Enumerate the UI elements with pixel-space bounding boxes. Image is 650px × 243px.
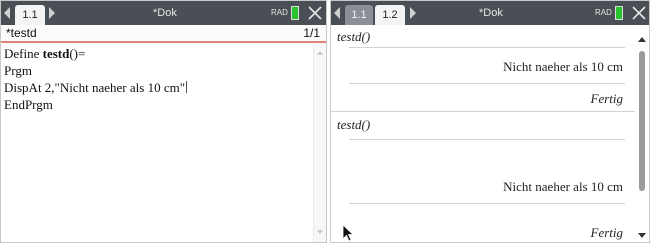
close-icon[interactable]	[307, 4, 323, 22]
previous-page-icon[interactable]	[4, 7, 10, 19]
battery-icon	[291, 6, 299, 20]
output-separator	[349, 83, 625, 84]
history-entry[interactable]: testd()	[337, 117, 370, 133]
code-editor[interactable]: Define testd()= Prgm DispAt 2,"Nicht nae…	[1, 43, 312, 242]
program-editor-pane: 1.1 *Dok RAD *testd 1/1 Define testd()= …	[0, 0, 327, 243]
code-line-prgm[interactable]: Prgm	[4, 62, 32, 79]
toolbar: 1.1 1.2 *Dok RAD	[331, 1, 649, 25]
code-line-endprgm[interactable]: EndPrgm	[4, 96, 53, 113]
output-separator	[349, 203, 625, 204]
calculator-pane: 1.1 1.2 *Dok RAD testd() Nicht naeher al…	[330, 0, 650, 243]
scroll-thumb[interactable]	[639, 51, 645, 191]
tab-1-2[interactable]: 1.2	[375, 5, 405, 25]
close-icon[interactable]	[631, 4, 647, 22]
next-page-icon[interactable]	[410, 7, 416, 19]
code-line-dispat[interactable]: DispAt 2,"Nicht naeher als 10 cm"	[4, 79, 188, 96]
battery-icon	[615, 6, 623, 20]
history-output[interactable]: Nicht naeher als 10 cm	[503, 179, 623, 195]
entry-separator	[349, 139, 625, 140]
endprgm-keyword: EndPrgm	[4, 97, 53, 112]
dispat-statement: DispAt 2,"Nicht naeher als 10 cm"	[4, 80, 186, 95]
define-suffix: ()=	[69, 46, 86, 61]
tab-1-1[interactable]: 1.1	[15, 5, 45, 25]
code-line-define[interactable]: Define testd()=	[4, 45, 85, 62]
document-title: *Dok	[479, 7, 503, 19]
mouse-pointer-icon	[342, 224, 354, 242]
program-header: *testd 1/1	[1, 25, 326, 43]
scroll-down-icon[interactable]	[317, 230, 323, 234]
next-page-icon[interactable]	[49, 7, 55, 19]
history-output[interactable]: Nicht naeher als 10 cm	[503, 59, 623, 75]
history-status[interactable]: Fertig	[591, 91, 624, 107]
document-title: *Dok	[153, 7, 177, 19]
history-scrollbar[interactable]	[635, 25, 649, 242]
history-separator	[331, 111, 635, 112]
prgm-keyword: Prgm	[4, 63, 32, 78]
editor-scrollbar[interactable]	[313, 43, 326, 242]
scroll-up-icon[interactable]	[317, 51, 323, 55]
angle-mode-indicator: RAD	[595, 8, 612, 17]
angle-mode-indicator: RAD	[271, 8, 288, 17]
define-keyword: Define	[4, 46, 43, 61]
text-cursor	[186, 81, 188, 93]
toolbar: 1.1 *Dok RAD	[1, 1, 326, 25]
program-name: *testd	[6, 26, 37, 40]
scroll-down-icon[interactable]	[638, 233, 646, 238]
history-status[interactable]: Fertig	[591, 225, 624, 241]
entry-separator	[349, 47, 625, 48]
history-entry[interactable]: testd()	[337, 29, 370, 45]
function-name: testd	[42, 46, 70, 61]
previous-page-icon[interactable]	[334, 7, 340, 19]
tab-1-1[interactable]: 1.1	[345, 5, 373, 25]
scroll-up-icon[interactable]	[638, 37, 646, 42]
calculator-history[interactable]: testd() Nicht naeher als 10 cm Fertig te…	[331, 25, 635, 242]
program-page-indicator: 1/1	[303, 26, 320, 40]
